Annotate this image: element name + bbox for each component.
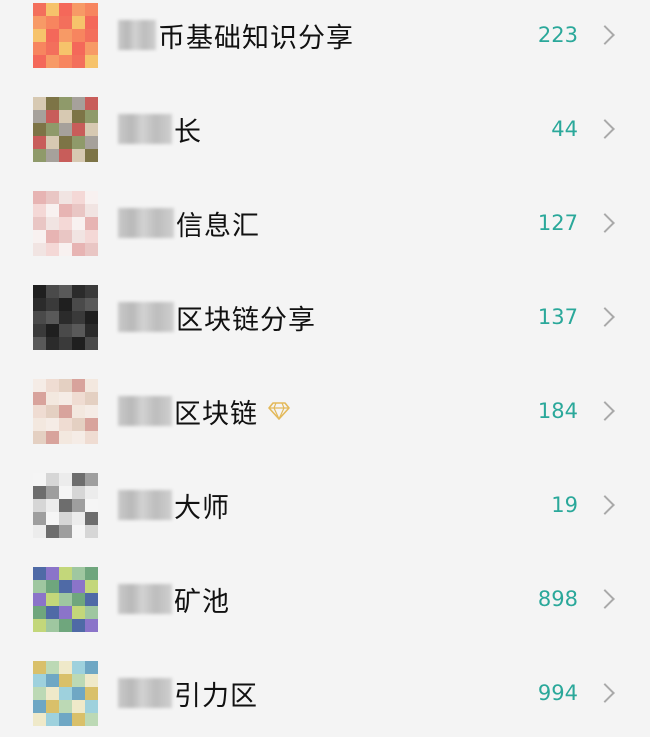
member-count: 137 [537,305,578,329]
chevron-right-icon [595,401,615,421]
redacted-name-prefix [118,114,172,144]
group-row[interactable]: 长 44 [0,82,650,176]
chevron-right-icon [595,119,615,139]
group-name: 大师 [118,485,230,525]
group-row[interactable]: 矿池 898 [0,552,650,646]
group-row[interactable]: 区块链分享 137 [0,270,650,364]
group-name-text: 矿池 [174,586,230,618]
group-name: 区块链分享 [118,297,316,337]
member-count: 994 [537,681,578,705]
group-avatar [33,284,98,350]
group-list: 币基础知识分享 223 长 44 信息汇 127 区块链分享 137 区块链 184 大师 19 矿池 8… [0,0,650,737]
redacted-name-prefix [118,208,174,238]
chevron-right-icon [595,589,615,609]
diamond-icon [268,402,290,420]
group-name: 矿池 [118,579,230,619]
group-row[interactable]: 大师 19 [0,458,650,552]
group-row[interactable]: 信息汇 127 [0,176,650,270]
group-avatar [33,96,98,162]
group-name: 引力区 [118,673,258,713]
member-count: 19 [551,493,578,517]
member-count: 223 [537,23,578,47]
redacted-name-prefix [118,396,172,426]
chevron-right-icon [595,213,615,233]
group-name: 区块链 [118,391,290,431]
group-row[interactable]: 引力区 994 [0,646,650,737]
chevron-right-icon [595,307,615,327]
redacted-name-prefix [118,20,156,50]
redacted-name-prefix [118,678,172,708]
redacted-name-prefix [118,490,172,520]
group-row[interactable]: 币基础知识分享 223 [0,0,650,82]
member-count: 127 [537,211,578,235]
redacted-name-prefix [118,584,172,614]
member-count: 44 [551,117,578,141]
group-name-text: 信息汇 [176,210,260,242]
group-row[interactable]: 区块链 184 [0,364,650,458]
group-name-text: 区块链分享 [176,304,316,336]
group-name-text: 引力区 [174,680,258,712]
redacted-name-prefix [118,302,174,332]
member-count: 898 [537,587,578,611]
group-avatar [33,566,98,632]
chevron-right-icon [595,683,615,703]
group-avatar [33,190,98,256]
chevron-right-icon [595,495,615,515]
group-avatar [33,472,98,538]
group-name: 信息汇 [118,203,260,243]
chevron-right-icon [595,25,615,45]
group-name-text: 大师 [174,492,230,524]
group-avatar [33,2,98,68]
member-count: 184 [537,399,578,423]
group-name-text: 区块链 [174,398,258,430]
group-avatar [33,378,98,444]
group-name-text: 长 [174,116,202,148]
group-name: 长 [118,109,202,149]
group-avatar [33,660,98,726]
group-name: 币基础知识分享 [118,15,354,55]
group-name-text: 币基础知识分享 [158,22,354,54]
